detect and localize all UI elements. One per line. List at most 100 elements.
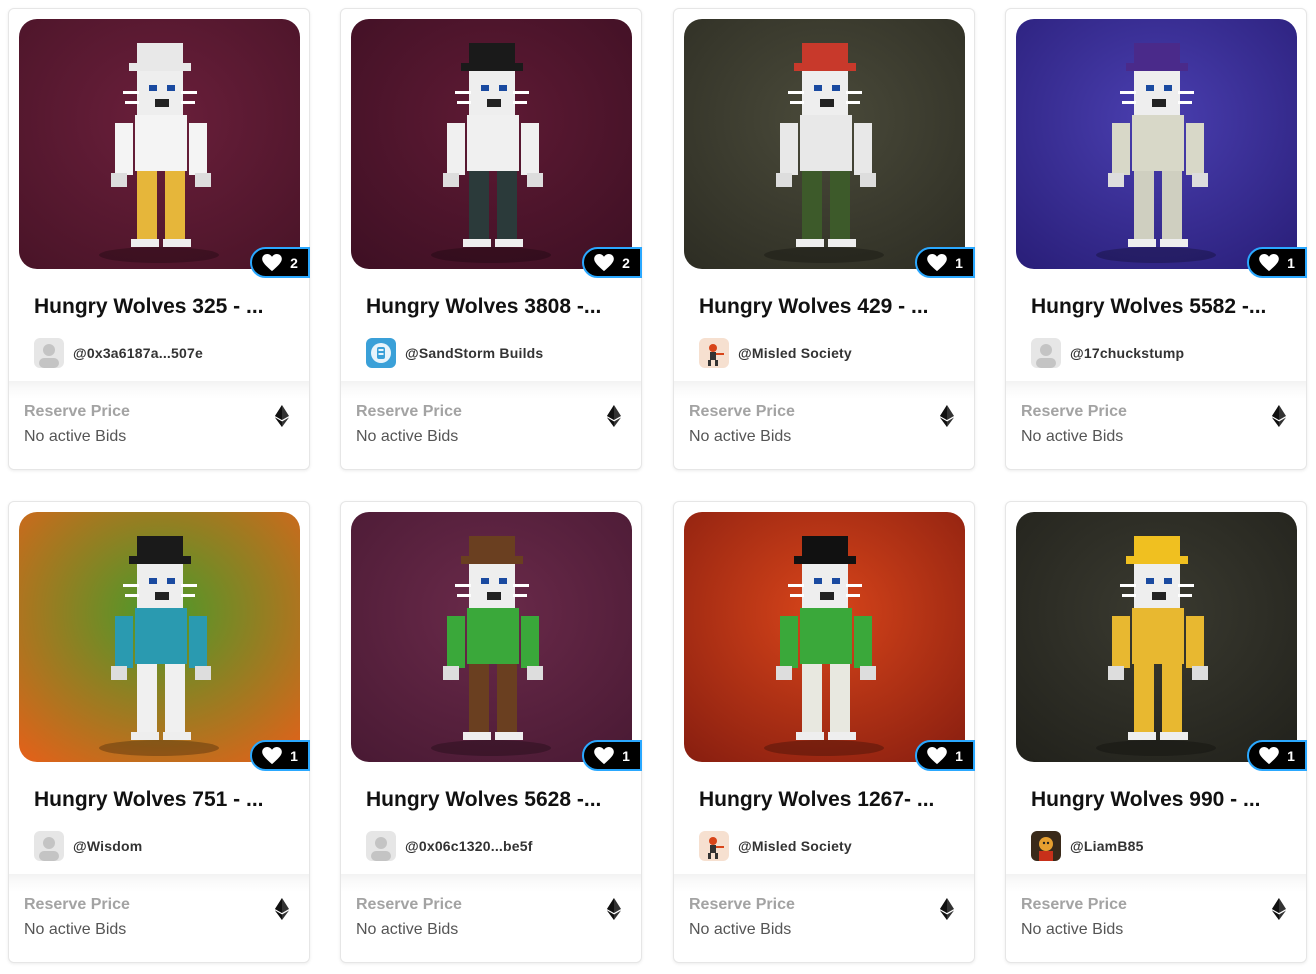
reserve-price-label: Reserve Price [1021, 403, 1127, 420]
reserve-price-label: Reserve Price [24, 896, 130, 913]
nft-image[interactable] [684, 19, 965, 269]
nft-card[interactable]: 1 Hungry Wolves 751 - ... @Wisdom Reserv… [8, 501, 310, 963]
like-button[interactable]: 1 [1247, 740, 1307, 771]
nft-card[interactable]: 1 Hungry Wolves 1267- ... @Misled Societ… [673, 501, 975, 963]
creator-link[interactable]: @0x06c1320...be5f [366, 831, 533, 861]
like-button[interactable]: 2 [582, 247, 642, 278]
card-footer: Reserve Price No active Bids [9, 874, 309, 962]
ethereum-icon [940, 898, 954, 920]
default-avatar-icon [34, 338, 64, 368]
creator-link[interactable]: @17chuckstump [1031, 338, 1184, 368]
nft-image[interactable] [1016, 512, 1297, 762]
ethereum-icon [1272, 405, 1286, 427]
bid-status: No active Bids [1021, 428, 1124, 445]
nft-card[interactable]: 2 Hungry Wolves 325 - ... @0x3a6187a...5… [8, 8, 310, 470]
nft-card[interactable]: 2 Hungry Wolves 3808 -... @SandStorm Bui… [340, 8, 642, 470]
sandstorm-avatar-icon [366, 338, 396, 368]
creator-link[interactable]: @0x3a6187a...507e [34, 338, 203, 368]
currency-icon [607, 898, 621, 920]
wolf-artwork [351, 19, 632, 269]
ethereum-icon [607, 405, 621, 427]
currency-icon [275, 405, 289, 427]
card-footer: Reserve Price No active Bids [341, 874, 641, 962]
heart-icon [927, 746, 947, 764]
card-footer: Reserve Price No active Bids [674, 874, 974, 962]
default-avatar-icon [1031, 338, 1061, 368]
nft-card[interactable]: 1 Hungry Wolves 429 - ... @Misled Societ… [673, 8, 975, 470]
bid-status: No active Bids [689, 428, 792, 445]
creator-link[interactable]: @SandStorm Builds [366, 338, 543, 368]
nft-image[interactable] [351, 512, 632, 762]
nft-title[interactable]: Hungry Wolves 5628 -... [366, 788, 622, 812]
creator-link[interactable]: @Misled Society [699, 338, 852, 368]
nft-image[interactable] [351, 19, 632, 269]
currency-icon [1272, 405, 1286, 427]
creator-link[interactable]: @Misled Society [699, 831, 852, 861]
like-button[interactable]: 1 [250, 740, 310, 771]
nft-card[interactable]: 1 Hungry Wolves 5582 -... @17chuckstump … [1005, 8, 1307, 470]
nft-title[interactable]: Hungry Wolves 1267- ... [699, 788, 955, 812]
wolf-artwork [19, 512, 300, 762]
nft-image[interactable] [19, 19, 300, 269]
liamb85-avatar-icon [1031, 831, 1061, 861]
bid-status: No active Bids [356, 428, 459, 445]
wolf-artwork [684, 19, 965, 269]
card-footer: Reserve Price No active Bids [341, 381, 641, 469]
creator-handle: @Wisdom [73, 838, 143, 854]
bid-status: No active Bids [24, 428, 127, 445]
ethereum-icon [275, 405, 289, 427]
reserve-price-label: Reserve Price [1021, 896, 1127, 913]
currency-icon [275, 898, 289, 920]
currency-icon [940, 898, 954, 920]
like-button[interactable]: 1 [915, 247, 975, 278]
nft-title[interactable]: Hungry Wolves 429 - ... [699, 295, 955, 319]
nft-title[interactable]: Hungry Wolves 751 - ... [34, 788, 290, 812]
reserve-price-label: Reserve Price [356, 896, 462, 913]
like-count: 1 [622, 747, 630, 764]
bid-status: No active Bids [689, 921, 792, 938]
creator-link[interactable]: @Wisdom [34, 831, 142, 861]
nft-title[interactable]: Hungry Wolves 325 - ... [34, 295, 290, 319]
nft-card[interactable]: 1 Hungry Wolves 5628 -... @0x06c1320...b… [340, 501, 642, 963]
creator-handle: @Misled Society [738, 345, 852, 361]
heart-icon [1259, 253, 1279, 271]
nft-title[interactable]: Hungry Wolves 5582 -... [1031, 295, 1287, 319]
like-count: 1 [290, 747, 298, 764]
ethereum-icon [607, 898, 621, 920]
nft-image[interactable] [19, 512, 300, 762]
like-count: 1 [955, 254, 963, 271]
creator-handle: @SandStorm Builds [405, 345, 544, 361]
nft-image[interactable] [684, 512, 965, 762]
reserve-price-label: Reserve Price [689, 896, 795, 913]
creator-handle: @17chuckstump [1070, 345, 1185, 361]
like-count: 1 [1287, 747, 1295, 764]
like-count: 1 [955, 747, 963, 764]
reserve-price-label: Reserve Price [689, 403, 795, 420]
bid-status: No active Bids [1021, 921, 1124, 938]
creator-handle: @0x3a6187a...507e [73, 345, 203, 361]
ethereum-icon [1272, 898, 1286, 920]
like-count: 2 [290, 254, 298, 271]
like-count: 1 [1287, 254, 1295, 271]
like-button[interactable]: 1 [915, 740, 975, 771]
heart-icon [594, 253, 614, 271]
wolf-artwork [351, 512, 632, 762]
reserve-price-label: Reserve Price [24, 403, 130, 420]
creator-handle: @Misled Society [738, 838, 852, 854]
nft-title[interactable]: Hungry Wolves 3808 -... [366, 295, 622, 319]
creator-link[interactable]: @LiamB85 [1031, 831, 1144, 861]
like-button[interactable]: 1 [582, 740, 642, 771]
ethereum-icon [940, 405, 954, 427]
heart-icon [927, 253, 947, 271]
bid-status: No active Bids [356, 921, 459, 938]
currency-icon [607, 405, 621, 427]
creator-handle: @LiamB85 [1070, 838, 1144, 854]
nft-title[interactable]: Hungry Wolves 990 - ... [1031, 788, 1287, 812]
bid-status: No active Bids [24, 921, 127, 938]
nft-card[interactable]: 1 Hungry Wolves 990 - ... @LiamB85 Reser… [1005, 501, 1307, 963]
nft-image[interactable] [1016, 19, 1297, 269]
like-button[interactable]: 1 [1247, 247, 1307, 278]
like-button[interactable]: 2 [250, 247, 310, 278]
creator-handle: @0x06c1320...be5f [405, 838, 533, 854]
heart-icon [1259, 746, 1279, 764]
